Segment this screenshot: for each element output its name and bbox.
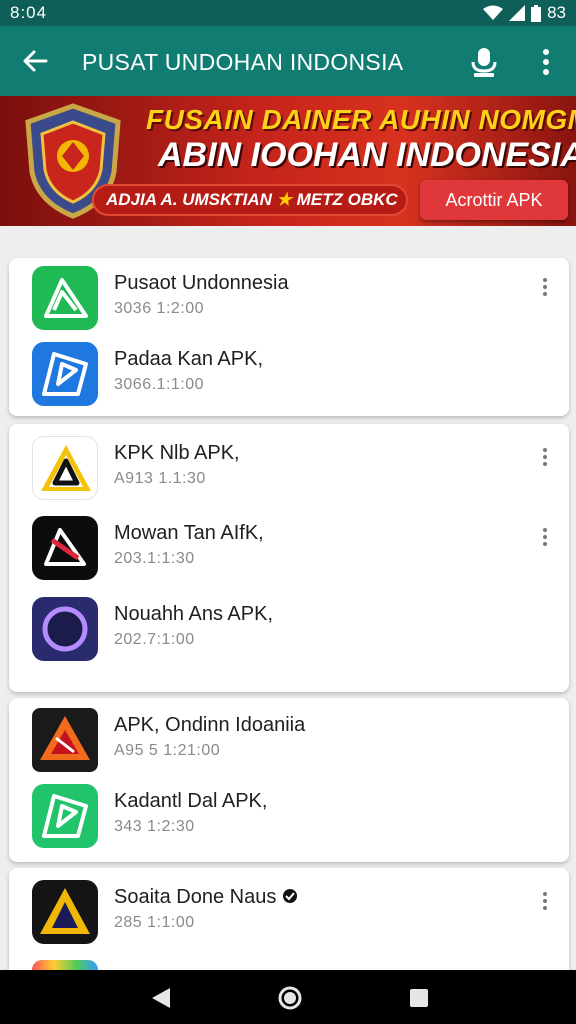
promo-banner[interactable]: FUSAIN DAINER AUHIN NOMGMAM ABIN IOOHAN … xyxy=(0,96,576,226)
more-vert-icon[interactable] xyxy=(532,46,560,78)
battery-level: 83 xyxy=(547,3,566,22)
app-bar: PUSAT UNDOHAN INDONSIA xyxy=(0,26,576,96)
list-item[interactable]: Pusaot Undonnesia 3036 1:2:00 xyxy=(9,266,569,338)
mic-icon[interactable] xyxy=(468,46,500,78)
app-meta: 343 1:2:30 xyxy=(114,818,195,835)
app-name: Padaa Kan APK, xyxy=(114,348,264,370)
app-name-text: Soaita Done Naus xyxy=(114,886,277,908)
app-name: Pusaot Undonnesia xyxy=(114,272,289,294)
app-card: APK, Ondinn Idoaniia A95 5 1:21:00 Kadan… xyxy=(9,698,569,862)
app-icon xyxy=(32,436,98,500)
status-bar: 8:04 83 xyxy=(0,0,576,26)
app-name: APK, Ondinn Idoaniia xyxy=(114,714,306,736)
triangle-logo-icon xyxy=(33,437,97,499)
back-nav-icon[interactable] xyxy=(148,985,174,1011)
system-nav-bar xyxy=(0,970,576,1024)
banner-subheadline: ABIN IOOHAN INDONESIA! xyxy=(158,136,576,174)
app-icon xyxy=(32,784,98,848)
banner-tagline: ADJIA A. UMSKTIAN ★ METZ OBKC xyxy=(92,184,408,216)
app-card: Pusaot Undonnesia 3036 1:2:00 Padaa Kan … xyxy=(9,258,569,416)
orange-triangle-logo-icon xyxy=(32,708,98,772)
arrow-left-icon[interactable] xyxy=(20,46,50,76)
app-meta: 285 1:1:00 xyxy=(114,914,195,931)
app-meta: A95 5 1:21:00 xyxy=(114,742,221,759)
app-card: KPK Nlb APK, A913 1.1:30 Mowan Tan AIfK,… xyxy=(9,424,569,692)
app-icon xyxy=(32,880,98,944)
app-name: Soaita Done Naus xyxy=(114,886,298,909)
list-item[interactable]: Soaita Done Naus 285 1:1:00 xyxy=(9,880,569,952)
list-item[interactable]: KPK Nlb APK, A913 1.1:30 xyxy=(9,436,569,508)
home-nav-icon[interactable] xyxy=(277,985,303,1011)
blue-logo-icon xyxy=(32,342,98,406)
page-title: PUSAT UNDOHAN INDONSIA xyxy=(82,49,404,75)
more-vert-icon[interactable] xyxy=(537,526,553,548)
banner-tagline-left: ADJIA A. UMSKTIAN xyxy=(106,190,272,209)
app-icon xyxy=(32,266,98,330)
banner-headline: FUSAIN DAINER AUHIN NOMGMAM xyxy=(146,104,576,135)
app-meta: 203.1:1:30 xyxy=(114,550,195,567)
gold-logo-icon xyxy=(32,880,98,944)
status-time: 8:04 xyxy=(10,3,48,22)
list-item[interactable]: Nouahh Ans APK, 202.7:1:00 xyxy=(9,597,569,669)
app-meta: A913 1.1:30 xyxy=(114,470,206,487)
more-vert-icon[interactable] xyxy=(537,276,553,298)
battery-icon xyxy=(531,4,542,22)
app-icon xyxy=(32,516,98,580)
more-vert-icon[interactable] xyxy=(537,446,553,468)
star-icon: ★ xyxy=(276,190,292,209)
app-meta: 3066.1:1:00 xyxy=(114,376,205,393)
app-name: Nouahh Ans APK, xyxy=(114,603,274,625)
wifi-icon xyxy=(483,5,504,20)
recents-nav-icon[interactable] xyxy=(406,985,432,1011)
status-icons: 83 xyxy=(483,3,566,23)
banner-tagline-right: METZ OBKC xyxy=(296,190,398,209)
verified-badge-icon xyxy=(282,889,297,903)
app-icon-partial xyxy=(32,960,98,970)
green-logo-icon xyxy=(32,784,98,848)
list-item[interactable]: APK, Ondinn Idoaniia A95 5 1:21:00 xyxy=(9,708,569,780)
app-meta: 202.7:1:00 xyxy=(114,631,195,648)
list-item[interactable]: Mowan Tan AIfK, 203.1:1:30 xyxy=(9,516,569,588)
app-icon xyxy=(32,597,98,661)
black-red-logo-icon xyxy=(32,516,98,580)
app-name: Kadantl Dal APK, xyxy=(114,790,268,812)
app-card: Soaita Done Naus 285 1:1:00 xyxy=(9,868,569,970)
signal-icon xyxy=(509,5,526,21)
list-item[interactable]: Kadantl Dal APK, 343 1:2:30 xyxy=(9,784,569,856)
green-logo-icon xyxy=(32,266,98,330)
app-name: Mowan Tan AIfK, xyxy=(114,522,264,544)
app-icon xyxy=(32,708,98,772)
more-vert-icon[interactable] xyxy=(537,890,553,912)
app-icon xyxy=(32,342,98,406)
app-name: KPK Nlb APK, xyxy=(114,442,240,464)
list-item[interactable]: Padaa Kan APK, 3066.1:1:00 xyxy=(9,342,569,414)
app-meta: 3036 1:2:00 xyxy=(114,300,205,317)
download-apk-button[interactable]: Acrottir APK xyxy=(420,180,568,220)
ring-logo-icon xyxy=(32,597,98,661)
